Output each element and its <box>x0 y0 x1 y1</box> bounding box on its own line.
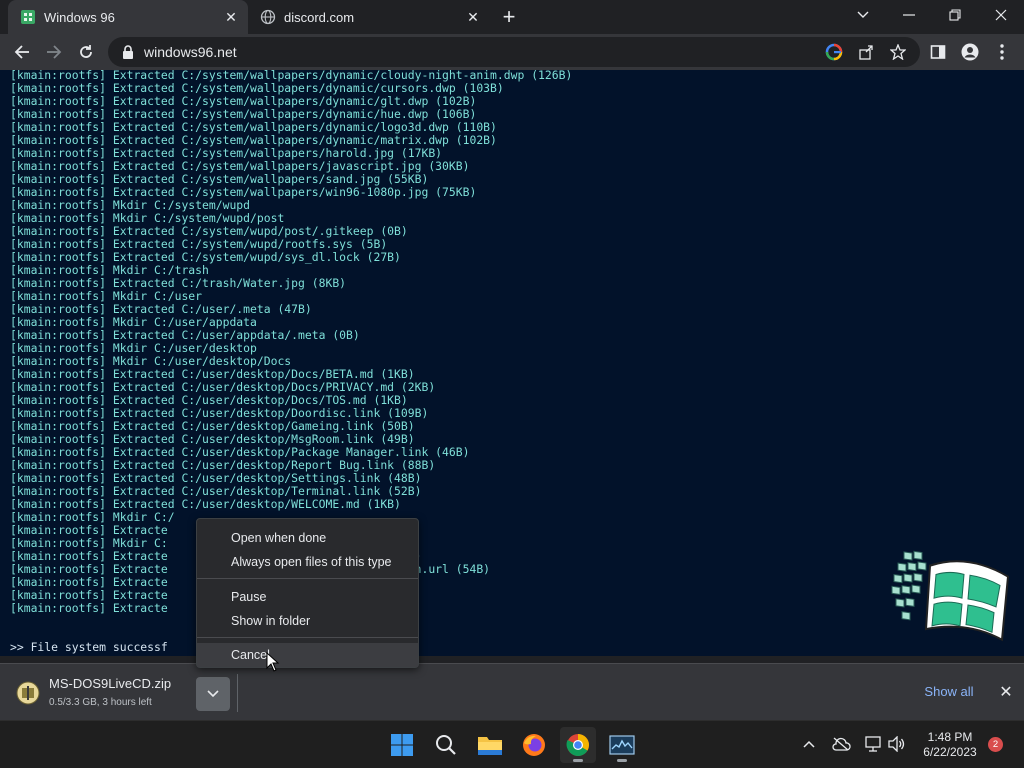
back-arrow-icon[interactable] <box>8 38 36 66</box>
side-panel-icon[interactable] <box>924 38 952 66</box>
boot-terminal: [kmain:rootfs] Extracted C:/system/wallp… <box>0 70 1024 656</box>
tab-discord[interactable]: discord.com ✕ <box>248 0 490 34</box>
menu-kebab-icon[interactable] <box>988 38 1016 66</box>
download-divider <box>237 674 238 712</box>
new-tab-button[interactable]: + <box>498 4 520 29</box>
forward-arrow-icon[interactable] <box>40 38 68 66</box>
reload-icon[interactable] <box>72 38 100 66</box>
restore-window-icon[interactable] <box>932 0 978 30</box>
share-icon[interactable] <box>852 38 880 66</box>
bookmark-star-icon[interactable] <box>884 38 912 66</box>
browser-tab-strip: Windows 96 ✕ discord.com ✕ + <box>0 0 1024 34</box>
clock-date: 6/22/2023 <box>923 745 977 759</box>
minimize-window-icon[interactable] <box>886 0 932 30</box>
tab-search-chevron-icon[interactable] <box>840 0 886 30</box>
url-text: windows96.net <box>144 44 237 60</box>
network-icon[interactable] <box>862 733 884 755</box>
mouse-pointer-icon <box>266 652 280 672</box>
download-options-button[interactable] <box>196 677 230 711</box>
resource-monitor-icon[interactable] <box>604 727 640 763</box>
close-tab-icon[interactable]: ✕ <box>462 6 484 28</box>
file-explorer-icon[interactable] <box>472 727 508 763</box>
active-app-indicator <box>573 759 583 762</box>
download-context-menu: Open when done Always open files of this… <box>196 518 419 668</box>
cloud-offline-icon[interactable] <box>830 733 852 755</box>
zip-file-icon <box>16 681 40 705</box>
menu-item-pause[interactable]: Pause <box>197 585 418 609</box>
running-app-indicator <box>617 759 627 762</box>
menu-separator <box>197 578 418 579</box>
chrome-icon[interactable] <box>560 727 596 763</box>
menu-item-cancel[interactable]: Cancel <box>197 643 418 667</box>
menu-item-show-in-folder[interactable]: Show in folder <box>197 609 418 633</box>
chevron-down-icon <box>207 690 219 698</box>
start-menu-icon[interactable] <box>384 727 420 763</box>
windows96-logo-icon <box>891 550 1010 642</box>
google-lens-icon[interactable] <box>820 38 848 66</box>
windows96-favicon-icon <box>20 9 36 25</box>
tab-title: discord.com <box>284 9 355 25</box>
tab-windows-96[interactable]: Windows 96 ✕ <box>8 0 248 34</box>
close-tab-icon[interactable]: ✕ <box>220 6 242 28</box>
notification-count-badge[interactable]: 2 <box>988 737 1003 752</box>
firefox-icon[interactable] <box>516 727 552 763</box>
menu-item-always-open[interactable]: Always open files of this type <box>197 550 418 574</box>
clock-time: 1:48 PM <box>927 730 973 744</box>
close-download-shelf-icon[interactable]: ✕ <box>994 680 1018 704</box>
menu-item-open-when-done[interactable]: Open when done <box>197 526 418 550</box>
volume-icon[interactable] <box>886 733 908 755</box>
menu-separator <box>197 637 418 638</box>
terminal-status-line: >> File system successf <box>10 640 168 654</box>
search-icon[interactable] <box>428 727 464 763</box>
download-shelf: MS-DOS9LiveCD.zip 0.5/3.3 GB, 3 hours le… <box>0 663 1024 720</box>
show-all-downloads-button[interactable]: Show all <box>912 676 986 706</box>
profile-avatar-icon[interactable] <box>956 38 984 66</box>
address-bar[interactable]: windows96.net <box>108 37 920 67</box>
download-status: 0.5/3.3 GB, 3 hours left <box>49 697 152 708</box>
lock-icon[interactable] <box>122 45 138 59</box>
windows-taskbar: 1:48 PM 6/22/2023 2 <box>0 720 1024 768</box>
show-hidden-icons-chevron-icon[interactable] <box>798 733 820 755</box>
browser-toolbar: windows96.net <box>0 34 1024 70</box>
close-window-icon[interactable] <box>978 0 1024 30</box>
screen: Windows 96 ✕ discord.com ✕ + windows96.n… <box>0 0 1024 768</box>
tab-title: Windows 96 <box>44 9 115 25</box>
system-clock[interactable]: 1:48 PM 6/22/2023 <box>918 730 982 760</box>
globe-icon <box>260 9 276 25</box>
download-filename[interactable]: MS-DOS9LiveCD.zip <box>49 676 171 691</box>
